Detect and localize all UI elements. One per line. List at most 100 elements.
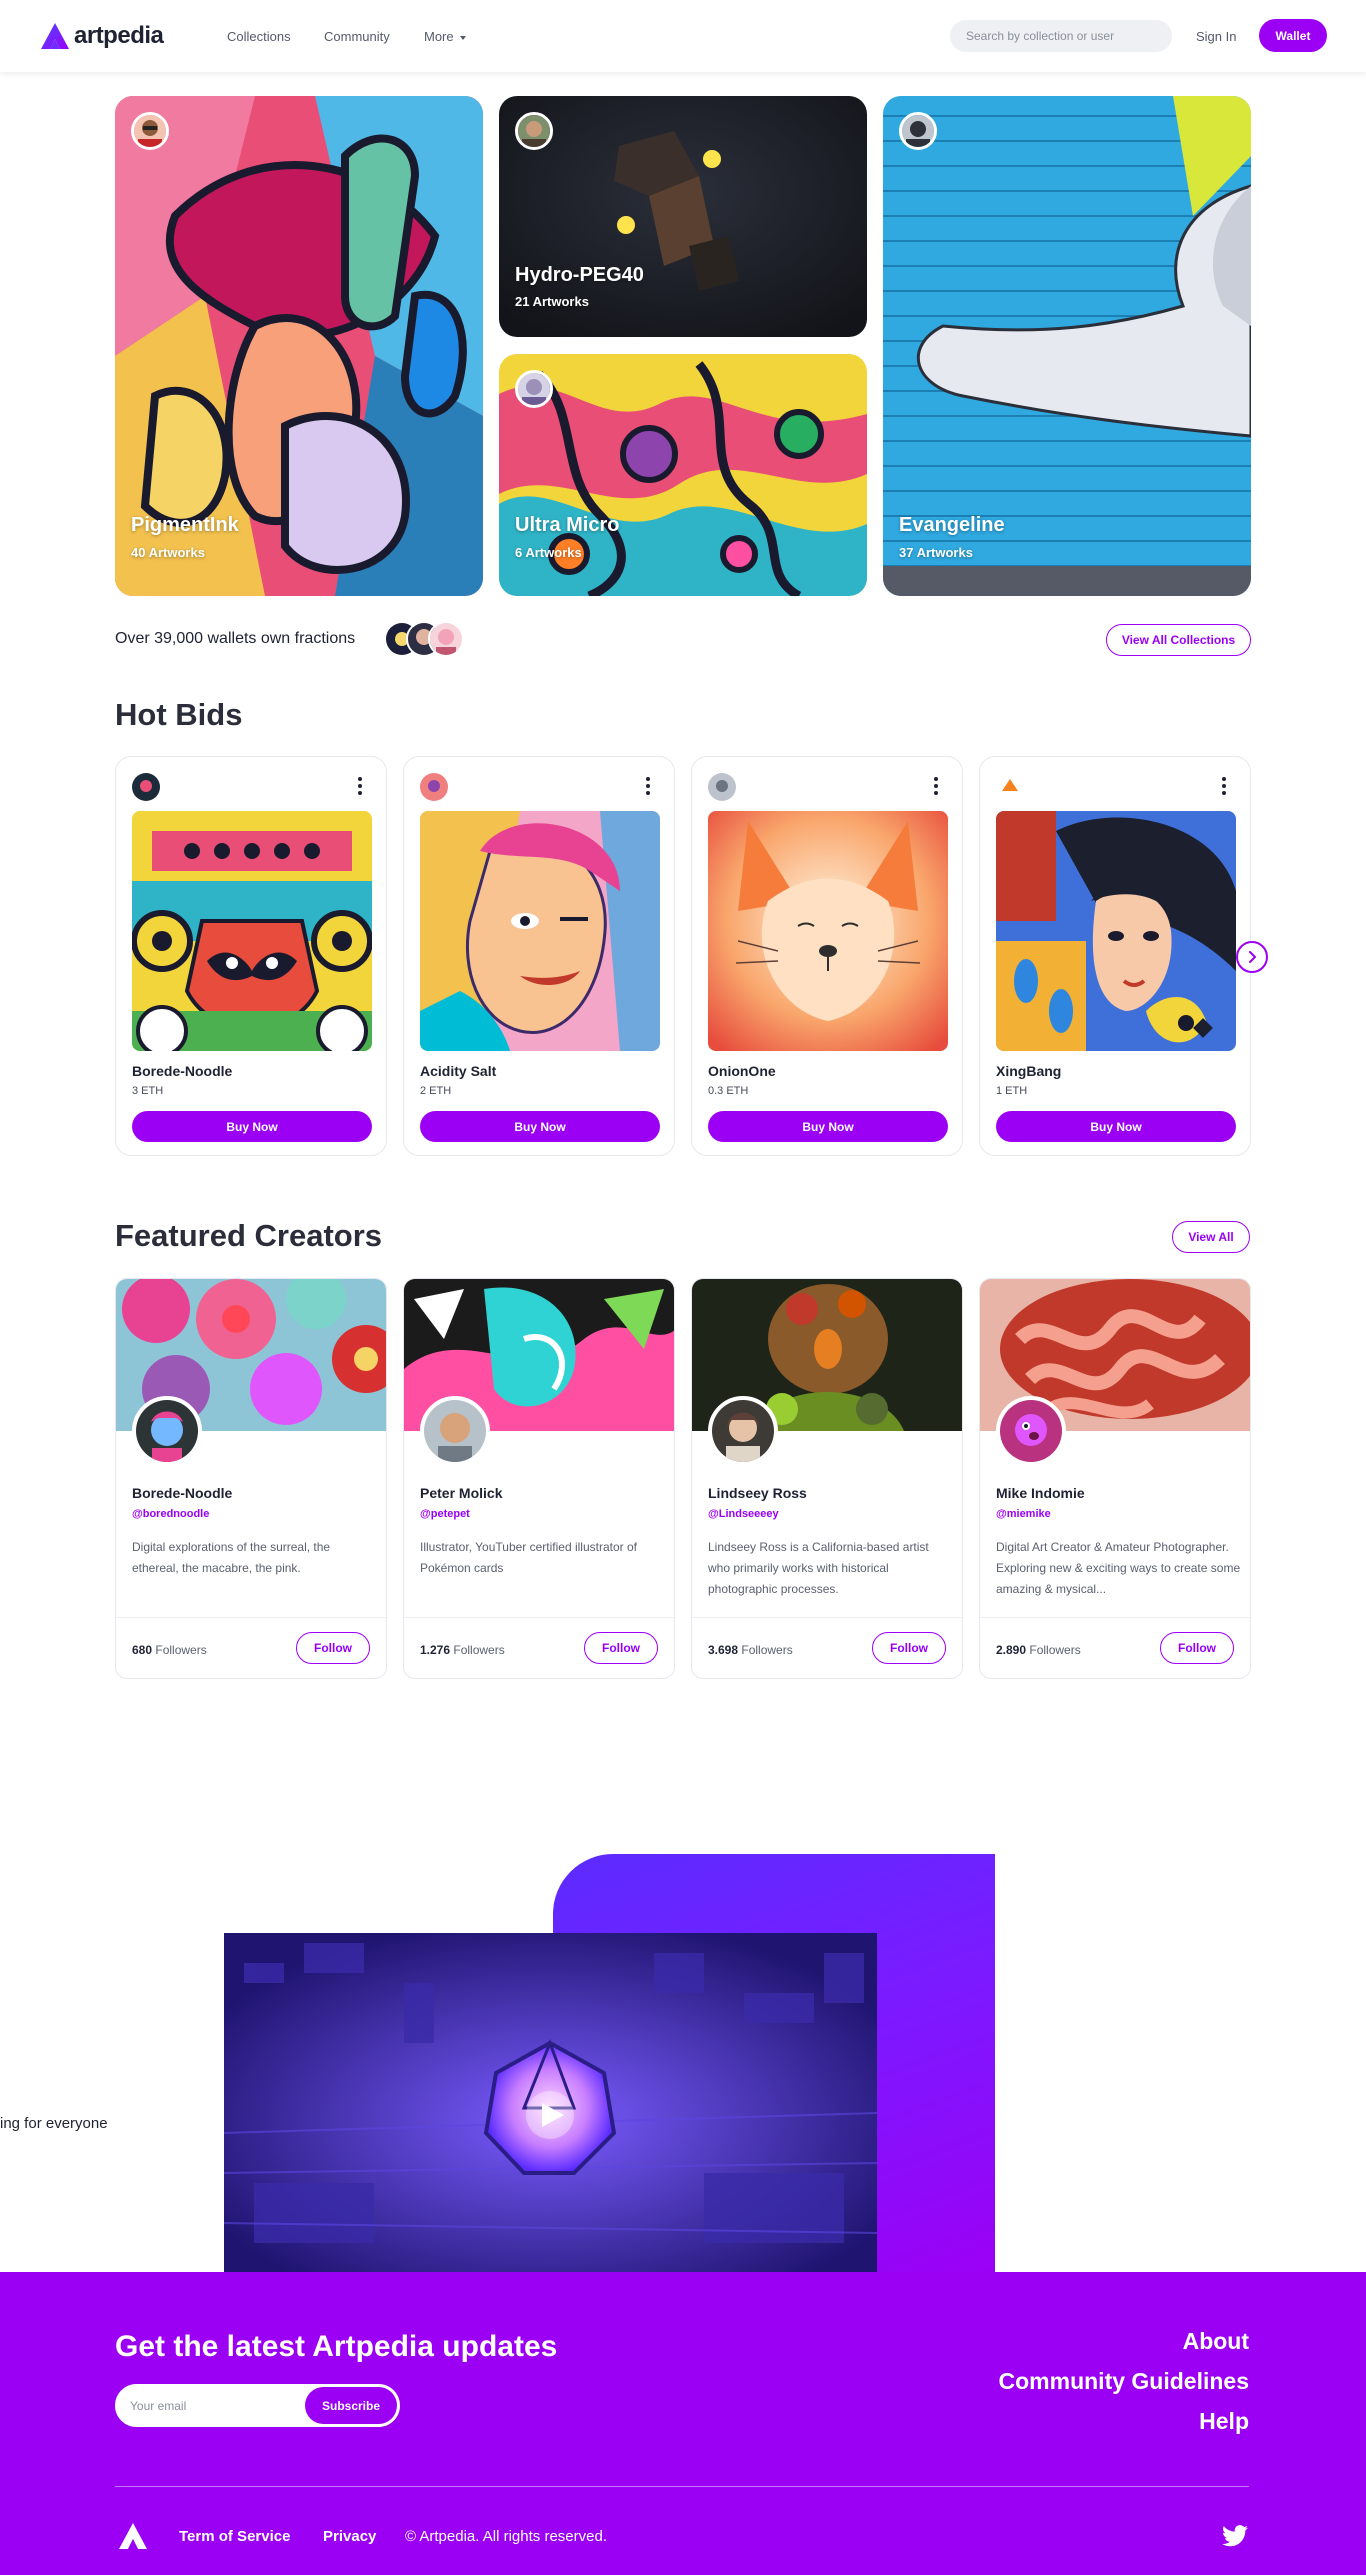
buy-now-button[interactable]: Buy Now (708, 1111, 948, 1142)
collection-tile-pigmentink[interactable]: PigmentInk 40 Artworks (115, 96, 483, 596)
bid-price: 0.3 ETH (708, 1085, 749, 1097)
buy-now-button[interactable]: Buy Now (132, 1111, 372, 1142)
more-vertical-icon[interactable] (1222, 777, 1226, 795)
avatar[interactable] (996, 1396, 1066, 1466)
creator-name: Lindseey Ross (708, 1485, 807, 1501)
creator-card[interactable]: Lindseey Ross @Lindseeeey Lindseey Ross … (691, 1278, 963, 1679)
creator-bio: Lindseey Ross is a California-based arti… (708, 1540, 929, 1596)
bid-name: Acidity Salt (420, 1063, 497, 1079)
subscribe-button[interactable]: Subscribe (305, 2387, 397, 2424)
divider (692, 1617, 962, 1618)
avatar[interactable] (132, 773, 160, 801)
avatar[interactable] (996, 773, 1024, 801)
creator-card[interactable]: Mike Indomie @miemike Digital Art Creato… (979, 1278, 1251, 1679)
follow-button[interactable]: Follow (584, 1632, 658, 1664)
creator-handle[interactable]: @borednoodle (132, 1508, 209, 1520)
followers-word: Followers (155, 1643, 207, 1657)
subscribe-form: Subscribe (115, 2384, 400, 2427)
collection-avatar[interactable] (515, 370, 553, 408)
bid-name: XingBang (996, 1063, 1062, 1079)
twitter-icon[interactable] (1222, 2525, 1248, 2547)
view-all-collections-button[interactable]: View All Collections (1106, 624, 1251, 656)
bid-card[interactable]: OnionOne 0.3 ETH Buy Now (691, 756, 963, 1156)
follower-count: 1.276 Followers (420, 1643, 505, 1657)
more-vertical-icon[interactable] (646, 777, 650, 795)
footer-title: Get the latest Artpedia updates (115, 2330, 558, 2363)
nav-more-label: More (424, 29, 454, 44)
followers-word: Followers (1029, 1643, 1081, 1657)
search-input[interactable] (950, 20, 1172, 52)
bid-price: 1 ETH (996, 1085, 1028, 1097)
collection-title: PigmentInk (131, 514, 239, 536)
bid-artwork[interactable] (420, 811, 660, 1051)
creator-handle[interactable]: @Lindseeeey (708, 1508, 779, 1520)
more-vertical-icon[interactable] (934, 777, 938, 795)
logo-icon (41, 23, 69, 49)
collection-tile-ultra-micro[interactable]: Ultra Micro 6 Artworks (499, 354, 867, 596)
divider (980, 1617, 1250, 1618)
follow-button[interactable]: Follow (1160, 1632, 1234, 1664)
buy-now-button[interactable]: Buy Now (420, 1111, 660, 1142)
email-field[interactable] (130, 2395, 290, 2417)
collection-count: 40 Artworks (131, 545, 205, 560)
avatar[interactable] (132, 1396, 202, 1466)
creator-handle[interactable]: @miemike (996, 1508, 1051, 1520)
footer-link-community-guidelines[interactable]: Community Guidelines (999, 2368, 1249, 2395)
more-vertical-icon[interactable] (358, 777, 362, 795)
nav-link-collections[interactable]: Collections (227, 29, 291, 44)
buy-now-button[interactable]: Buy Now (996, 1111, 1236, 1142)
avatar[interactable] (420, 773, 448, 801)
bid-name: OnionOne (708, 1063, 776, 1079)
divider (115, 2486, 1249, 2487)
logo[interactable]: artpedia (40, 22, 164, 50)
wallet-button[interactable]: Wallet (1259, 19, 1327, 52)
creator-card[interactable]: Peter Molick @petepet Illustrator, YouTu… (403, 1278, 675, 1679)
collection-title: Evangeline (899, 514, 1005, 536)
footer-link-about[interactable]: About (1183, 2328, 1249, 2355)
collection-avatar[interactable] (899, 112, 937, 150)
bid-price: 3 ETH (132, 1085, 164, 1097)
chevron-right-icon (1249, 951, 1256, 963)
follower-number: 2.890 (996, 1643, 1027, 1657)
avatar (428, 621, 464, 657)
creator-handle[interactable]: @petepet (420, 1508, 470, 1520)
bid-artwork[interactable] (132, 811, 372, 1051)
follow-button[interactable]: Follow (872, 1632, 946, 1664)
video-thumbnail (224, 1933, 877, 2274)
copyright-text: © Artpedia. All rights reserved. (405, 2528, 607, 2545)
signin-link[interactable]: Sign In (1196, 29, 1236, 44)
nav-link-more[interactable]: More (424, 29, 466, 44)
footer-link-help[interactable]: Help (1199, 2408, 1249, 2435)
creator-name: Mike Indomie (996, 1485, 1085, 1501)
bid-card[interactable]: Borede-Noodle 3 ETH Buy Now (115, 756, 387, 1156)
promo-video[interactable] (224, 1933, 877, 2274)
carousel-next-button[interactable] (1236, 941, 1268, 973)
collection-title: Ultra Micro (515, 514, 620, 536)
collection-title: Hydro-PEG40 (515, 264, 644, 286)
logo-icon[interactable] (117, 2522, 149, 2550)
collection-count: 6 Artworks (515, 545, 582, 560)
bid-card[interactable]: XingBang 1 ETH Buy Now (979, 756, 1251, 1156)
privacy-link[interactable]: Privacy (323, 2528, 376, 2545)
follower-count: 680 Followers (132, 1643, 207, 1657)
view-all-creators-button[interactable]: View All (1172, 1221, 1250, 1253)
creator-card[interactable]: Borede-Noodle @borednoodle Digital explo… (115, 1278, 387, 1679)
bid-card[interactable]: Acidity Salt 2 ETH Buy Now (403, 756, 675, 1156)
bid-artwork[interactable] (996, 811, 1236, 1051)
collection-avatar[interactable] (515, 112, 553, 150)
nav-link-community[interactable]: Community (324, 29, 390, 44)
collection-tile-evangeline[interactable]: Evangeline 37 Artworks (883, 96, 1251, 596)
chevron-down-icon (459, 35, 466, 40)
terms-link[interactable]: Term of Service (179, 2528, 290, 2545)
avatar[interactable] (420, 1396, 490, 1466)
creator-name: Borede-Noodle (132, 1485, 233, 1501)
avatar[interactable] (708, 1396, 778, 1466)
bid-artwork[interactable] (708, 811, 948, 1051)
top-navbar: artpedia Collections Community More Sign… (0, 0, 1366, 72)
follow-button[interactable]: Follow (296, 1632, 370, 1664)
collection-avatar[interactable] (131, 112, 169, 150)
divider (404, 1617, 674, 1618)
collection-tile-hydro-peg40[interactable]: Hydro-PEG40 21 Artworks (499, 96, 867, 337)
creator-bio: Illustrator, YouTuber certified illustra… (420, 1540, 637, 1575)
avatar[interactable] (708, 773, 736, 801)
